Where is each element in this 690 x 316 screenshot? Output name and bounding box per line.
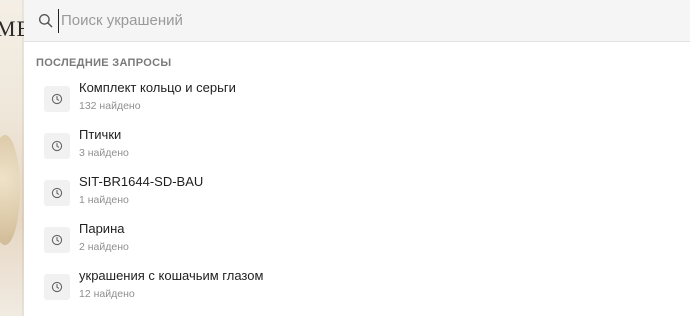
recent-searches-list: Комплект кольцо и серьги 132 найдено Пти… [24, 80, 690, 316]
clock-icon [44, 274, 70, 300]
recent-searches-heading: ПОСЛЕДНИЕ ЗАПРОСЫ [36, 57, 172, 69]
clock-icon [44, 180, 70, 206]
recent-search-query: Парина [79, 221, 125, 236]
recent-search-item[interactable]: украшения с кошачьим глазом 12 найдено [24, 268, 690, 316]
search-icon[interactable] [36, 12, 54, 30]
search-input[interactable] [58, 8, 618, 33]
background-page: ME [0, 0, 24, 316]
recent-search-item[interactable]: Комплект кольцо и серьги 132 найдено [24, 80, 690, 133]
recent-search-query: украшения с кошачьим глазом [79, 268, 264, 283]
screen: ME ПОСЛЕДНИЕ ЗАПРОСЫ Комплект кольцо и с… [0, 0, 690, 316]
recent-search-count: 132 найдено [79, 100, 141, 112]
recent-search-count: 12 найдено [79, 288, 135, 300]
clock-icon [44, 227, 70, 253]
recent-search-query: Комплект кольцо и серьги [79, 80, 236, 95]
recent-search-item[interactable]: Парина 2 найдено [24, 221, 690, 274]
recent-search-query: SIT-BR1644-SD-BAU [79, 174, 204, 189]
recent-search-item[interactable]: SIT-BR1644-SD-BAU 1 найдено [24, 174, 690, 227]
recent-search-query: Птички [79, 127, 122, 142]
recent-search-count: 3 найдено [79, 147, 129, 159]
search-panel: ПОСЛЕДНИЕ ЗАПРОСЫ Комплект кольцо и серь… [24, 0, 690, 316]
clock-icon [44, 86, 70, 112]
recent-search-item[interactable]: Птички 3 найдено [24, 127, 690, 180]
recent-search-count: 1 найдено [79, 194, 129, 206]
search-bar [24, 0, 690, 42]
recent-search-count: 2 найдено [79, 241, 129, 253]
background-logo: ME [0, 16, 24, 41]
background-image [0, 135, 20, 245]
clock-icon [44, 133, 70, 159]
